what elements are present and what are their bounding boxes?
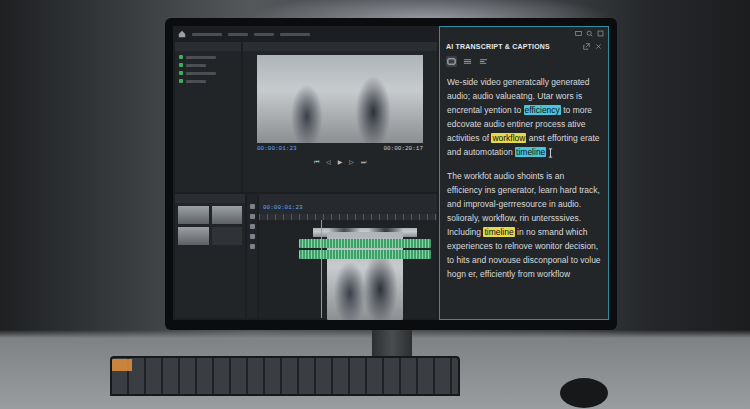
popout-icon[interactable] bbox=[583, 43, 590, 50]
project-item[interactable] bbox=[175, 55, 241, 59]
maximize-icon[interactable] bbox=[597, 30, 604, 37]
playhead[interactable] bbox=[321, 220, 322, 318]
tools-panel bbox=[247, 194, 257, 318]
tool-icon[interactable] bbox=[250, 234, 255, 239]
transcript-header: AI TRANSCRIPT & CAPTIONS bbox=[440, 40, 608, 53]
align-icon[interactable] bbox=[478, 56, 489, 67]
monitor-stand bbox=[372, 330, 412, 356]
scene: 00:00:01:2300:00:20:17⏮◁▶▷⏭00:00:01:23AI… bbox=[0, 0, 750, 409]
transcript-paragraph[interactable]: The workfot audio shoints is an efficien… bbox=[447, 169, 601, 281]
tool-icon[interactable] bbox=[250, 244, 255, 249]
transport-button[interactable]: ◁ bbox=[326, 158, 331, 166]
media-thumbnail[interactable] bbox=[178, 227, 209, 245]
menu-bar bbox=[175, 28, 437, 40]
keyword-highlight[interactable]: workflow bbox=[491, 133, 526, 143]
media-thumbnail[interactable] bbox=[178, 206, 209, 224]
panel-toolbar bbox=[440, 27, 608, 40]
clip[interactable] bbox=[299, 239, 431, 248]
lower-panels: 00:00:01:23 bbox=[175, 194, 437, 318]
tool-icon[interactable] bbox=[250, 224, 255, 229]
keyword-highlight[interactable]: timeline bbox=[483, 227, 514, 237]
transport-button[interactable]: ▶ bbox=[338, 158, 343, 166]
track bbox=[313, 228, 417, 237]
timecode-row: 00:00:01:23 00:00:20:17 bbox=[243, 143, 437, 157]
search-icon[interactable] bbox=[586, 30, 593, 37]
format-toolbar bbox=[440, 53, 608, 71]
window-icon[interactable] bbox=[575, 30, 582, 37]
transcript-paragraph[interactable]: We-side video generatcally generated aud… bbox=[447, 75, 601, 159]
transport-button[interactable]: ▷ bbox=[349, 158, 354, 166]
video-frame bbox=[257, 55, 423, 143]
media-thumbnail[interactable] bbox=[212, 206, 243, 224]
mouse[interactable] bbox=[560, 378, 608, 408]
clip[interactable] bbox=[299, 250, 431, 259]
transcript-panel: AI TRANSCRIPT & CAPTIONS We-side video ge… bbox=[439, 26, 609, 320]
duration-timecode: 00:00:20:17 bbox=[383, 145, 423, 155]
current-timecode[interactable]: 00:00:01:23 bbox=[257, 145, 297, 155]
editor-app: 00:00:01:23 00:00:20:17 ⏮ ◁ ▶ ▷ ⏭ 00:00:01:23 bbox=[173, 26, 439, 320]
list-icon[interactable] bbox=[462, 56, 473, 67]
tool-icon[interactable] bbox=[250, 204, 255, 209]
track-area bbox=[259, 220, 437, 318]
menu-item[interactable] bbox=[254, 33, 274, 36]
project-item[interactable] bbox=[175, 79, 241, 83]
panel-header bbox=[175, 42, 241, 51]
timeline-header: 00:00:01:23 bbox=[259, 194, 437, 214]
menu-item[interactable] bbox=[192, 33, 222, 36]
keyword-highlight[interactable]: efficiency bbox=[524, 105, 561, 115]
upper-panels: 00:00:01:23 00:00:20:17 ⏮ ◁ ▶ ▷ ⏭ bbox=[175, 42, 437, 192]
transport-button[interactable]: ⏭ bbox=[361, 158, 366, 166]
panel-header bbox=[175, 194, 245, 203]
project-panel bbox=[175, 42, 241, 192]
transport-controls: ⏮ ◁ ▶ ▷ ⏭ bbox=[243, 157, 437, 167]
monitor: 00:00:01:2300:00:20:17⏮◁▶▷⏭00:00:01:23AI… bbox=[165, 18, 617, 330]
track bbox=[299, 239, 431, 248]
timeline-ruler[interactable] bbox=[259, 214, 437, 220]
home-icon[interactable] bbox=[178, 30, 186, 38]
close-icon[interactable] bbox=[595, 43, 602, 50]
transcript-text[interactable]: We-side video generatcally generated aud… bbox=[440, 71, 608, 285]
project-item[interactable] bbox=[175, 63, 241, 67]
preview-panel: 00:00:01:23 00:00:20:17 ⏮ ◁ ▶ ▷ ⏭ bbox=[243, 42, 437, 192]
project-item[interactable] bbox=[175, 71, 241, 75]
media-thumbnail[interactable] bbox=[212, 227, 243, 245]
tool-icon[interactable] bbox=[250, 214, 255, 219]
captions-icon[interactable] bbox=[446, 56, 457, 67]
timeline-timecode[interactable]: 00:00:01:23 bbox=[263, 204, 303, 211]
desk bbox=[0, 356, 750, 408]
keyword-highlight[interactable]: timeline bbox=[515, 147, 546, 157]
menu-item[interactable] bbox=[280, 33, 310, 36]
transport-button[interactable]: ⏮ bbox=[314, 158, 319, 166]
transcript-title: AI TRANSCRIPT & CAPTIONS bbox=[446, 43, 550, 50]
screen: 00:00:01:2300:00:20:17⏮◁▶▷⏭00:00:01:23AI… bbox=[173, 26, 609, 320]
timeline-panel: 00:00:01:23 bbox=[259, 194, 437, 318]
media-bin bbox=[175, 194, 245, 318]
panel-header bbox=[243, 42, 437, 51]
track bbox=[299, 250, 431, 259]
menu-item[interactable] bbox=[228, 33, 248, 36]
text-cursor-icon bbox=[548, 148, 553, 158]
keyboard[interactable] bbox=[110, 356, 460, 396]
